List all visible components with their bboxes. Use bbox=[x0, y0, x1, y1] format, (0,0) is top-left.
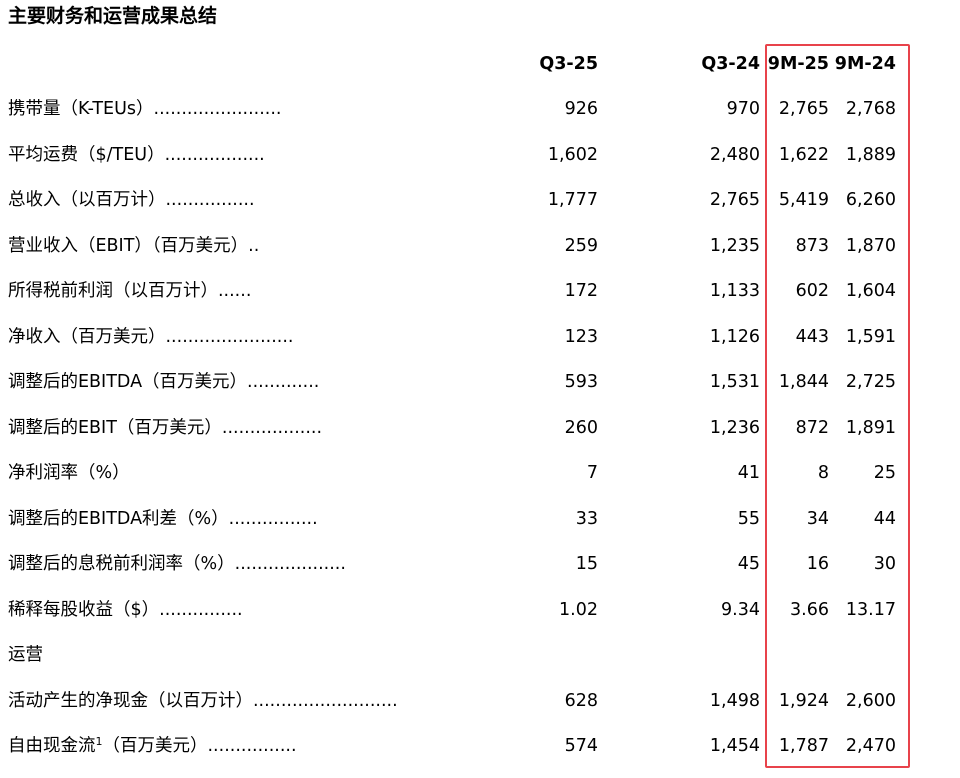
cell-q3-25: 1,602 bbox=[547, 145, 598, 165]
cell-q3-25: 259 bbox=[564, 236, 598, 256]
cell-q3-25: 628 bbox=[564, 691, 598, 711]
column-header-q3-25: Q3-25 bbox=[539, 54, 598, 74]
cell-q3-25: 172 bbox=[564, 281, 598, 301]
footnote-marker: 1 bbox=[95, 735, 103, 748]
cell-q3-24: 1,236 bbox=[709, 418, 760, 438]
cell-q3-24: 1,126 bbox=[709, 327, 760, 347]
cell-q3-25: 574 bbox=[564, 736, 598, 756]
row-label-main: 自由现金流 bbox=[8, 736, 96, 756]
cell-q3-24: 2,765 bbox=[709, 190, 760, 210]
row-label: 净利润率（%） bbox=[8, 463, 130, 483]
cell-q3-24: 41 bbox=[737, 463, 760, 483]
cell-q3-24: 1,498 bbox=[709, 691, 760, 711]
financial-summary-page: 主要财务和运营成果总结 Q3-25 Q3-24 9M-25 9M-24 携带量（… bbox=[0, 0, 960, 778]
cell-q3-25: 1,777 bbox=[547, 190, 598, 210]
row-label: 调整后的EBIT（百万美元）.................. bbox=[8, 418, 323, 438]
row-label: 总收入（以百万计）................ bbox=[8, 190, 255, 210]
cell-q3-24: 1,531 bbox=[709, 372, 760, 392]
row-label: 调整后的EBITDA（百万美元）............. bbox=[8, 372, 320, 392]
row-label-unit: （百万美元）................ bbox=[102, 736, 297, 756]
cell-q3-24: 9.34 bbox=[721, 600, 760, 620]
cell-q3-24: 1,235 bbox=[709, 236, 760, 256]
row-label: 稀释每股收益（$）............... bbox=[8, 600, 243, 620]
row-label: 活动产生的净现金（以百万计）.......................... bbox=[8, 691, 398, 711]
row-label: 净收入（百万美元）....................... bbox=[8, 327, 294, 347]
row-label: 平均运费（$/TEU）.................. bbox=[8, 145, 265, 165]
row-label: 调整后的EBITDA利差（%）................ bbox=[8, 509, 318, 529]
cell-q3-25: 593 bbox=[564, 372, 598, 392]
row-label: 携带量（K-TEUs）....................... bbox=[8, 99, 282, 119]
cell-q3-25: 260 bbox=[564, 418, 598, 438]
cell-q3-25: 33 bbox=[575, 509, 598, 529]
cell-q3-25: 1.02 bbox=[559, 600, 598, 620]
row-label: 调整后的息税前利润率（%）.................... bbox=[8, 554, 346, 574]
section-heading-operations: 运营 bbox=[8, 645, 43, 665]
cell-q3-25: 123 bbox=[564, 327, 598, 347]
cell-q3-24: 970 bbox=[726, 99, 760, 119]
cell-q3-25: 926 bbox=[564, 99, 598, 119]
row-label: 营业收入（EBIT）（百万美元）.. bbox=[8, 236, 260, 256]
cell-q3-25: 7 bbox=[586, 463, 598, 483]
row-label: 自由现金流1（百万美元）................ bbox=[8, 731, 297, 761]
cell-q3-24: 55 bbox=[737, 509, 760, 529]
row-label: 所得税前利润（以百万计）...... bbox=[8, 281, 252, 301]
cell-q3-24: 45 bbox=[737, 554, 760, 574]
column-header-q3-24: Q3-24 bbox=[701, 54, 760, 74]
page-title: 主要财务和运营成果总结 bbox=[8, 5, 218, 27]
cell-q3-24: 1,454 bbox=[709, 736, 760, 756]
cell-q3-24: 2,480 bbox=[709, 145, 760, 165]
cell-q3-24: 1,133 bbox=[709, 281, 760, 301]
cell-q3-25: 15 bbox=[575, 554, 598, 574]
nine-month-highlight-box bbox=[765, 44, 910, 768]
